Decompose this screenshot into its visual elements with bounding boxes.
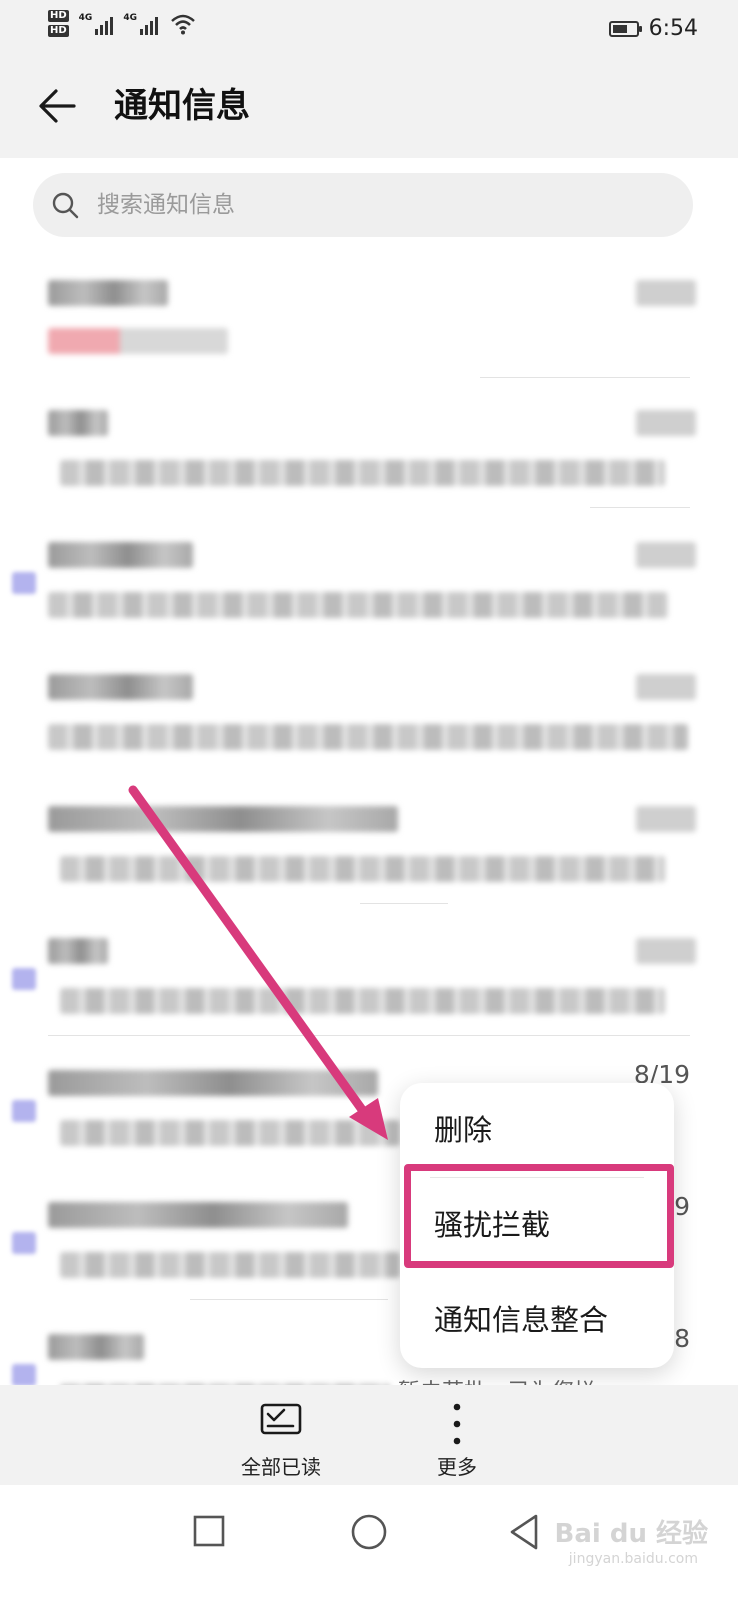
status-right: 6:54 [608,16,698,41]
unread-badge [12,1364,36,1385]
message-date: 8 [674,1324,690,1353]
battery-icon [608,20,642,37]
list-item[interactable] [0,908,738,1036]
message-preview-tail: 暂未获批。已为您拦... [398,1374,617,1385]
bottom-toolbar: 全部已读 更多 [0,1385,738,1485]
status-time: 6:54 [648,16,698,41]
more-button[interactable]: 更多 [387,1385,527,1485]
triangle-back-icon[interactable] [500,1507,550,1557]
message-date: 9 [674,1192,690,1221]
network-type-2: 4G [123,12,137,23]
network-type-1: 4G [78,12,93,23]
more-label: 更多 [437,1455,477,1479]
list-item[interactable] [0,512,738,640]
hd-badge-1: HD [48,10,69,22]
search-input[interactable] [97,173,657,237]
arrow-left-icon[interactable] [36,84,80,128]
mark-read-icon [260,1403,302,1435]
search-icon [52,192,79,219]
signal-icon-1: 4G [79,13,114,35]
menu-item-merge-notifications[interactable]: 通知信息整合 [400,1273,674,1368]
list-item[interactable] [0,776,738,904]
menu-item-merge-notifications-label: 通知信息整合 [434,1303,609,1337]
search-bar[interactable] [33,173,693,237]
hd-badge-2: HD [48,25,69,37]
list-item[interactable] [0,250,738,378]
watermark-logo: Bai du 经验 [554,1519,709,1549]
mark-all-read-label: 全部已读 [241,1455,321,1479]
unread-badge [12,968,36,990]
page-title: 通知信息 [114,86,250,126]
app-header: 通知信息 [0,62,738,158]
unread-badge [12,1232,36,1254]
mark-all-read-button[interactable]: 全部已读 [211,1385,351,1485]
more-vertical-icon [453,1403,461,1445]
signal-icon-2: 4G [123,13,158,35]
unread-badge [12,572,36,594]
circle-icon[interactable] [344,1507,394,1557]
hd-indicators: HD HD [48,10,69,37]
list-item[interactable] [0,380,738,508]
list-item[interactable] [0,644,738,772]
status-left: HD HD 4G 4G [48,10,196,37]
wifi-icon [171,14,195,34]
highlight-box [404,1164,674,1268]
unread-badge [12,1100,36,1122]
square-icon[interactable] [185,1507,235,1557]
watermark-url: jingyan.baidu.com [568,1551,698,1567]
system-nav-bar: Bai du 经验 jingyan.baidu.com [0,1485,738,1600]
status-bar: HD HD 4G 4G 6:54 [0,0,738,62]
